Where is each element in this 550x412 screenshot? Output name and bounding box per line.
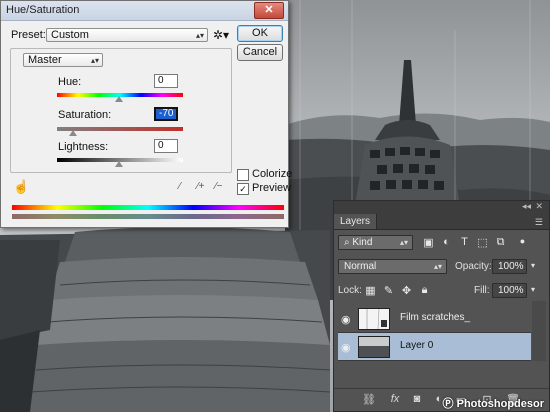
hue-saturation-dialog: Hue/Saturation ✕ Preset: Custom ▴▾ ✲▾ OK… bbox=[0, 0, 293, 228]
lightness-label: Lightness: bbox=[58, 141, 109, 153]
output-color-bar bbox=[12, 214, 284, 219]
ok-button[interactable]: OK bbox=[237, 25, 283, 42]
lock-position-icon[interactable]: ✥ bbox=[400, 284, 413, 297]
colorize-label: Colorize bbox=[252, 168, 293, 180]
cancel-button[interactable]: Cancel bbox=[237, 44, 283, 61]
hand-adjust-icon[interactable]: ☝ bbox=[13, 179, 29, 195]
eyedropper-plus-icon[interactable]: ⁄+ bbox=[197, 181, 205, 192]
gear-icon[interactable]: ✲▾ bbox=[213, 28, 229, 42]
opacity-label: Opacity: bbox=[455, 261, 492, 272]
lock-all-icon[interactable]: 🔒︎ bbox=[418, 284, 431, 297]
saturation-slider-thumb[interactable] bbox=[69, 130, 77, 136]
filter-shape-icon[interactable]: ⬚ bbox=[476, 236, 489, 249]
preview-checkbox[interactable]: ✓ bbox=[237, 183, 249, 195]
preset-value: Custom bbox=[51, 29, 89, 41]
chevron-updown-icon: ▴▾ bbox=[433, 262, 442, 271]
colorize-checkbox[interactable] bbox=[237, 169, 249, 181]
opacity-dropdown-icon[interactable]: ▾ bbox=[531, 261, 535, 270]
saturation-input[interactable]: -70 bbox=[154, 107, 178, 121]
chevron-updown-icon: ▴▾ bbox=[195, 31, 204, 40]
close-button[interactable]: ✕ bbox=[254, 2, 284, 19]
layer-thumbnail bbox=[358, 336, 390, 358]
lock-label: Lock: bbox=[338, 285, 362, 296]
hue-input[interactable]: 0 bbox=[154, 74, 178, 88]
eyedropper-minus-icon[interactable]: ⁄− bbox=[215, 181, 223, 192]
input-color-bar bbox=[12, 205, 284, 210]
blend-mode-dropdown[interactable]: Normal ▴▾ bbox=[338, 259, 447, 274]
tab-layers[interactable]: Layers bbox=[334, 214, 378, 229]
layer-row[interactable]: ◉ Film scratches_ bbox=[338, 305, 531, 333]
layer-thumbnail bbox=[358, 308, 390, 330]
add-mask-icon[interactable]: ◙ bbox=[410, 393, 424, 405]
eye-icon[interactable]: ◉ bbox=[341, 341, 351, 354]
layer-row-selected[interactable]: ◉ Layer 0 bbox=[338, 333, 531, 361]
filter-kind-value: Kind bbox=[352, 237, 373, 248]
preset-dropdown[interactable]: Custom ▴▾ bbox=[46, 28, 208, 42]
filter-type-icon[interactable]: T bbox=[458, 236, 471, 248]
lightness-slider-thumb[interactable] bbox=[115, 161, 123, 167]
layer-style-icon[interactable]: fx bbox=[388, 393, 402, 405]
fill-dropdown-icon[interactable]: ▾ bbox=[531, 285, 535, 294]
eyedropper-icon[interactable]: ⁄ bbox=[179, 181, 181, 192]
watermark-text: Photoshopdesor bbox=[456, 398, 544, 410]
chevron-updown-icon: ▴▾ bbox=[90, 56, 99, 65]
layer-name: Layer 0 bbox=[400, 340, 434, 351]
saturation-label: Saturation: bbox=[58, 109, 112, 121]
preview-label: Preview bbox=[252, 182, 292, 194]
blend-mode-value: Normal bbox=[344, 261, 377, 272]
fill-input[interactable]: 100% bbox=[492, 283, 527, 298]
filter-kind-dropdown[interactable]: ⌕ Kind ▴▾ bbox=[338, 235, 413, 250]
channel-value: Master bbox=[28, 54, 62, 66]
watermark: Ⓟ Photoshopdesor bbox=[442, 398, 544, 410]
collapse-icon[interactable]: ◂◂ bbox=[522, 201, 531, 212]
filter-adjustment-icon[interactable]: ◐ bbox=[440, 236, 453, 248]
lock-brush-icon[interactable]: ✎ bbox=[382, 284, 395, 297]
close-icon[interactable]: ✕ bbox=[535, 201, 543, 212]
eye-icon[interactable]: ◉ bbox=[341, 313, 351, 326]
dialog-titlebar[interactable]: Hue/Saturation ✕ bbox=[1, 1, 288, 21]
panel-menu-icon[interactable]: ☰ bbox=[535, 217, 543, 228]
hue-slider-thumb[interactable] bbox=[115, 96, 123, 102]
channel-dropdown[interactable]: Master ▴▾ bbox=[23, 53, 103, 67]
chevron-updown-icon: ▴▾ bbox=[399, 238, 408, 247]
lightness-input[interactable]: 0 bbox=[154, 139, 178, 153]
dialog-title: Hue/Saturation bbox=[6, 4, 80, 16]
filter-smartobject-icon[interactable]: ⧉ bbox=[494, 236, 507, 249]
fill-label: Fill: bbox=[474, 285, 490, 296]
layer-name: Film scratches_ bbox=[400, 312, 471, 323]
preset-label: Preset: bbox=[11, 29, 46, 41]
panel-header[interactable]: ◂◂ ✕ bbox=[334, 201, 549, 214]
filter-pixel-icon[interactable]: ▣ bbox=[422, 236, 435, 249]
filter-toggle-icon[interactable]: ● bbox=[516, 236, 529, 246]
layers-panel: ◂◂ ✕ Layers ☰ ⌕ Kind ▴▾ ▣ ◐ T ⬚ ⧉ ● Norm… bbox=[333, 200, 550, 412]
hue-label: Hue: bbox=[58, 76, 82, 88]
opacity-input[interactable]: 100% bbox=[492, 259, 527, 274]
layers-scrollbar[interactable] bbox=[532, 301, 546, 361]
link-layers-icon[interactable]: ⛓ bbox=[362, 393, 376, 406]
lock-transparent-icon[interactable]: ▦ bbox=[364, 284, 377, 297]
